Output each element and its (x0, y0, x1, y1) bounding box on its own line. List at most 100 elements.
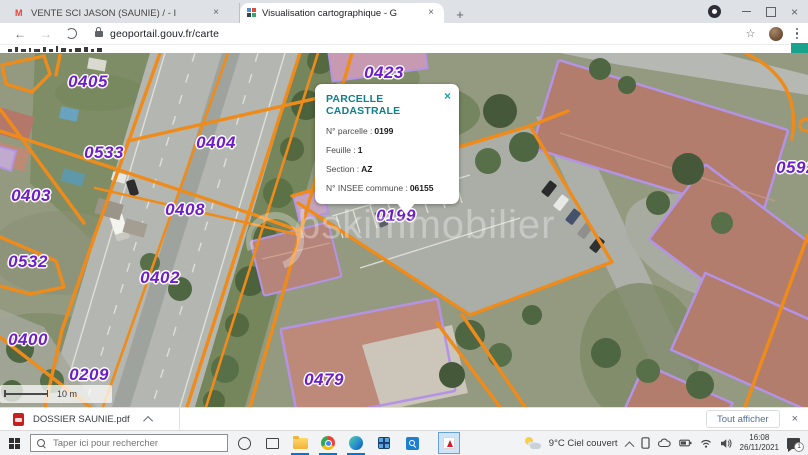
new-tab-button[interactable] (452, 7, 468, 23)
browser-menu-icon[interactable] (796, 28, 799, 40)
notification-badge: 1 (794, 442, 804, 452)
edge-icon (349, 436, 363, 450)
popup-row-value: 06155 (410, 183, 434, 193)
popup-row-value: AZ (361, 164, 372, 174)
parcel-label: 0402 (140, 268, 180, 288)
parcel-label: 0423 (364, 63, 404, 83)
scale-label: 10 m (57, 389, 77, 399)
popup-row-label: Section : (326, 164, 359, 174)
page-header-strip (0, 45, 808, 53)
phone-icon[interactable] (641, 437, 650, 449)
speaker-icon[interactable] (720, 438, 732, 449)
bookmark-star-icon[interactable] (746, 27, 756, 40)
parcel-label: 0404 (196, 133, 236, 153)
file-explorer-button[interactable] (288, 431, 312, 455)
extension-icon[interactable] (708, 5, 721, 18)
show-all-downloads-button[interactable]: Tout afficher (706, 410, 780, 428)
popup-row: N° parcelle :0199 (326, 126, 448, 136)
watermark-text: bskimmobilier (298, 203, 556, 248)
windows-taskbar: 9°C Ciel couvert 16:08 26/11/2021 1 (0, 430, 808, 455)
popup-row: Feuille :1 (326, 145, 448, 155)
back-icon[interactable]: ← (14, 27, 26, 41)
geoportail-favicon-icon (247, 8, 257, 18)
start-button[interactable] (9, 438, 20, 449)
pdf-file-icon (13, 413, 24, 426)
browser-tab-strip: VENTE SCI JASON (SAUNIE) / - I Visualisa… (0, 0, 808, 23)
download-options-caret-icon[interactable] (143, 415, 153, 425)
map-tool-button[interactable] (791, 43, 808, 53)
popup-row-label: N° parcelle : (326, 126, 372, 136)
battery-icon[interactable] (679, 438, 692, 448)
browser-address-bar: ← → geoportail.gouv.fr/carte (0, 23, 808, 45)
tab-vente-sci-jason[interactable]: VENTE SCI JASON (SAUNIE) / - I (8, 3, 240, 23)
chrome-icon (321, 436, 335, 450)
clipped-page-text (8, 46, 102, 52)
minimize-icon[interactable] (742, 11, 751, 13)
maximize-icon[interactable] (766, 7, 776, 17)
taskbar-search[interactable] (30, 434, 228, 452)
lock-icon (95, 31, 103, 37)
parcel-info-popup: PARCELLE CADASTRALE × N° parcelle :0199 … (315, 84, 459, 204)
desktop-screen: VENTE SCI JASON (SAUNIE) / - I Visualisa… (0, 0, 808, 455)
parcel-label: 0209 (69, 365, 109, 385)
tab-close-icon[interactable] (425, 7, 437, 19)
scale-line (4, 393, 48, 395)
search-input[interactable] (51, 437, 221, 450)
action-center-icon[interactable]: 1 (787, 438, 800, 449)
weather-icon (525, 437, 541, 449)
popup-row-value: 0199 (374, 126, 393, 136)
folder-icon (293, 438, 308, 449)
parcel-label: 0592 (776, 158, 808, 178)
download-bar: DOSSIER SAUNIE.pdf Tout afficher (0, 407, 808, 430)
acrobat-button[interactable] (438, 432, 460, 454)
gmail-favicon-icon (15, 8, 26, 18)
downloaded-file-name[interactable]: DOSSIER SAUNIE.pdf (33, 414, 130, 425)
chrome-button[interactable] (316, 431, 340, 455)
task-view-icon (266, 438, 279, 449)
popup-row-value: 1 (358, 145, 363, 155)
tab-title: Visualisation cartographique - G (262, 8, 421, 19)
parcel-label: 0533 (84, 143, 124, 163)
weather-text[interactable]: 9°C Ciel couvert (549, 438, 618, 449)
reload-icon[interactable] (66, 28, 77, 39)
store-app-icon (378, 437, 391, 450)
system-tray: 9°C Ciel couvert 16:08 26/11/2021 1 (525, 433, 808, 454)
parcel-label: 0400 (8, 330, 48, 350)
search-icon (37, 439, 45, 447)
popup-title: PARCELLE CADASTRALE (326, 93, 448, 117)
cadastral-map[interactable]: 0405 0423 0533 0404 0403 0408 0199 0592 … (0, 53, 808, 407)
parcel-label: 0408 (165, 200, 205, 220)
clock-time: 16:08 (740, 433, 779, 443)
taskbar-clock[interactable]: 16:08 26/11/2021 (740, 433, 779, 454)
network-icon[interactable] (700, 438, 712, 448)
parcel-label: 0479 (304, 370, 344, 390)
divider (179, 408, 180, 430)
popup-close-icon[interactable]: × (444, 90, 451, 102)
tray-expand-chevron-icon[interactable] (624, 441, 634, 451)
magnifier-app-icon (406, 437, 419, 450)
forward-icon[interactable]: → (40, 27, 52, 41)
parcel-label: 0532 (8, 252, 48, 272)
task-view-button[interactable] (260, 431, 284, 455)
popup-row-label: N° INSEE commune : (326, 183, 408, 193)
store-app-button[interactable] (372, 431, 396, 455)
search-app-button[interactable] (400, 431, 424, 455)
tab-close-icon[interactable] (210, 7, 222, 19)
map-scale-bar: 10 m (0, 385, 112, 403)
cortana-icon (238, 437, 251, 450)
download-bar-close-icon[interactable] (792, 413, 798, 425)
cortana-button[interactable] (232, 431, 256, 455)
tab-title: VENTE SCI JASON (SAUNIE) / - I (31, 8, 206, 19)
tab-visualisation-cartographique[interactable]: Visualisation cartographique - G (240, 3, 444, 23)
parcel-label: 0405 (68, 72, 108, 92)
parcel-label: 0403 (11, 186, 51, 206)
clock-date: 26/11/2021 (740, 443, 779, 453)
edge-button[interactable] (344, 431, 368, 455)
profile-avatar[interactable] (769, 27, 783, 41)
popup-pointer (397, 203, 415, 215)
close-window-icon[interactable] (791, 7, 798, 17)
url-text[interactable]: geoportail.gouv.fr/carte (110, 28, 219, 40)
popup-row: N° INSEE commune :06155 (326, 183, 448, 193)
popup-row-label: Feuille : (326, 145, 356, 155)
onedrive-cloud-icon[interactable] (658, 438, 671, 448)
